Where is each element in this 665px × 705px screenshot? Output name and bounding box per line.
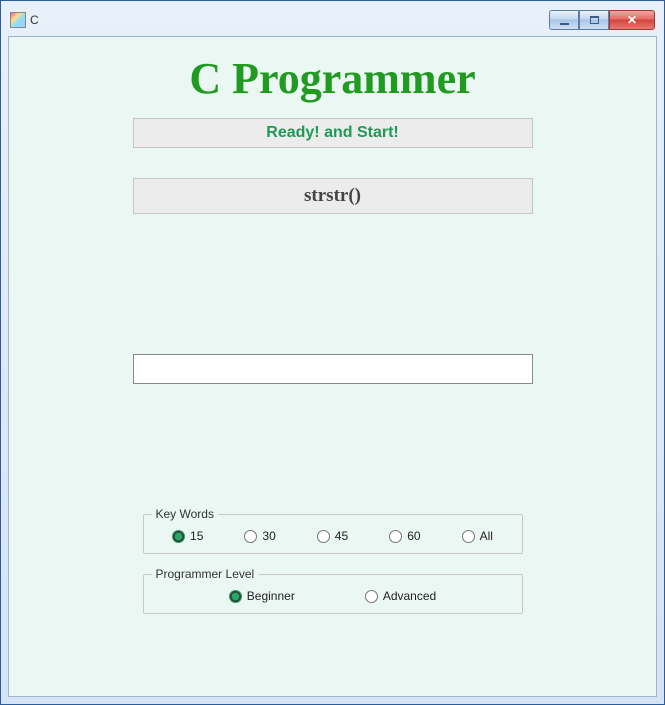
window-title: C [30, 13, 39, 27]
keywords-radio-30[interactable] [244, 530, 257, 543]
minimize-button[interactable] [549, 10, 579, 30]
keywords-option-45[interactable]: 45 [317, 529, 348, 543]
keywords-label-30: 30 [262, 529, 275, 543]
close-icon: ✕ [627, 14, 637, 26]
keywords-options: 15 30 45 60 All [152, 529, 514, 543]
keywords-label-45: 45 [335, 529, 348, 543]
keywords-radio-all[interactable] [462, 530, 475, 543]
keywords-legend: Key Words [152, 507, 218, 521]
keywords-option-30[interactable]: 30 [244, 529, 275, 543]
keywords-option-60[interactable]: 60 [389, 529, 420, 543]
level-options: Beginner Advanced [152, 589, 514, 603]
keywords-option-all[interactable]: All [462, 529, 493, 543]
keywords-label-all: All [480, 529, 493, 543]
level-option-beginner[interactable]: Beginner [229, 589, 295, 603]
keywords-label-15: 15 [190, 529, 203, 543]
window-controls: ✕ [549, 10, 655, 30]
level-option-advanced[interactable]: Advanced [365, 589, 436, 603]
level-group: Programmer Level Beginner Advanced [143, 574, 523, 614]
title-left: C [10, 12, 39, 28]
level-radio-advanced[interactable] [365, 590, 378, 603]
keywords-radio-60[interactable] [389, 530, 402, 543]
status-bar: Ready! and Start! [133, 118, 533, 148]
level-legend: Programmer Level [152, 567, 259, 581]
titlebar[interactable]: C ✕ [8, 8, 657, 36]
level-label-advanced: Advanced [383, 589, 436, 603]
maximize-button[interactable] [579, 10, 609, 30]
maximize-icon [590, 16, 599, 24]
keywords-label-60: 60 [407, 529, 420, 543]
level-radio-beginner[interactable] [229, 590, 242, 603]
answer-input-row [133, 354, 533, 384]
answer-input[interactable] [133, 354, 533, 384]
page-title: C Programmer [9, 53, 656, 104]
keywords-radio-15[interactable] [172, 530, 185, 543]
keyword-display: strstr() [133, 178, 533, 214]
keywords-radio-45[interactable] [317, 530, 330, 543]
client-area: C Programmer Ready! and Start! strstr() … [8, 36, 657, 697]
close-button[interactable]: ✕ [609, 10, 655, 30]
app-icon [10, 12, 26, 28]
minimize-icon [560, 23, 569, 25]
window-chrome: C ✕ C Programmer Ready! and Start! strst… [0, 0, 665, 705]
keywords-group: Key Words 15 30 45 60 [143, 514, 523, 554]
level-label-beginner: Beginner [247, 589, 295, 603]
keywords-option-15[interactable]: 15 [172, 529, 203, 543]
